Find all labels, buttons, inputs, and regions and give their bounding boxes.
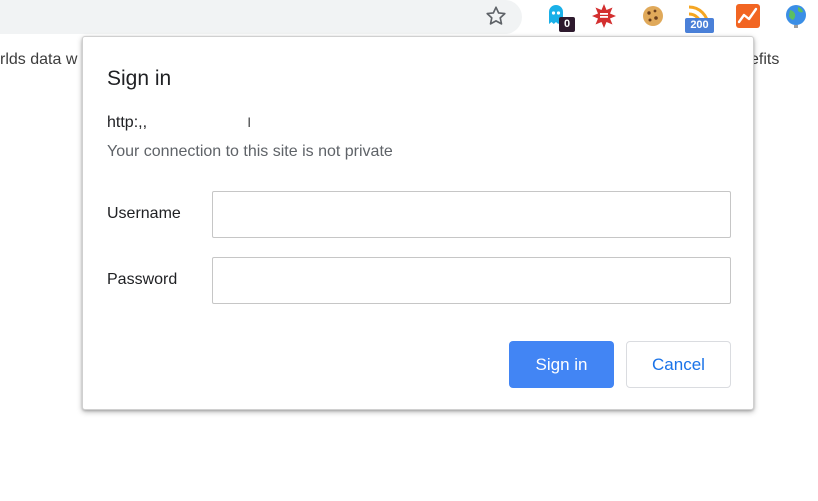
browser-toolbar: 0 200 xyxy=(0,0,818,34)
globe-icon xyxy=(786,5,806,28)
password-label: Password xyxy=(107,271,178,288)
ghostery-badge: 0 xyxy=(559,17,575,32)
cancel-button[interactable]: Cancel xyxy=(626,341,731,388)
page-text-left: rlds data w xyxy=(0,51,78,68)
starburst-extension-icon xyxy=(592,4,616,28)
site-origin: http:,, ⅼ xyxy=(107,114,251,132)
rss-badge: 200 xyxy=(685,18,714,33)
username-label: Username xyxy=(107,205,181,222)
starburst-extension-button[interactable] xyxy=(590,2,618,30)
rss-extension-button[interactable]: 200 xyxy=(685,2,714,33)
site-origin-host: ⅼ xyxy=(247,116,251,130)
connection-warning: Your connection to this site is not priv… xyxy=(107,143,393,160)
analytics-extension-button[interactable] xyxy=(734,2,762,30)
globe-extension-button[interactable] xyxy=(782,2,810,30)
star-outline-icon xyxy=(486,6,506,25)
page-text-right: efits xyxy=(750,51,780,68)
cookie-extension-button[interactable] xyxy=(639,2,667,30)
site-origin-scheme: http:,, xyxy=(107,114,148,131)
dialog-title: Sign in xyxy=(107,67,172,90)
http-auth-dialog: Sign in http:,, ⅼ Your connection to thi… xyxy=(82,36,754,410)
address-bar[interactable] xyxy=(0,0,522,34)
username-input[interactable] xyxy=(212,191,731,238)
ghostery-extension-button[interactable]: 0 xyxy=(542,2,575,32)
cookie-icon xyxy=(643,6,663,26)
bookmark-star-button[interactable] xyxy=(482,2,510,30)
sign-in-button[interactable]: Sign in xyxy=(509,341,614,388)
password-input[interactable] xyxy=(212,257,731,304)
analytics-chart-icon xyxy=(736,4,760,28)
